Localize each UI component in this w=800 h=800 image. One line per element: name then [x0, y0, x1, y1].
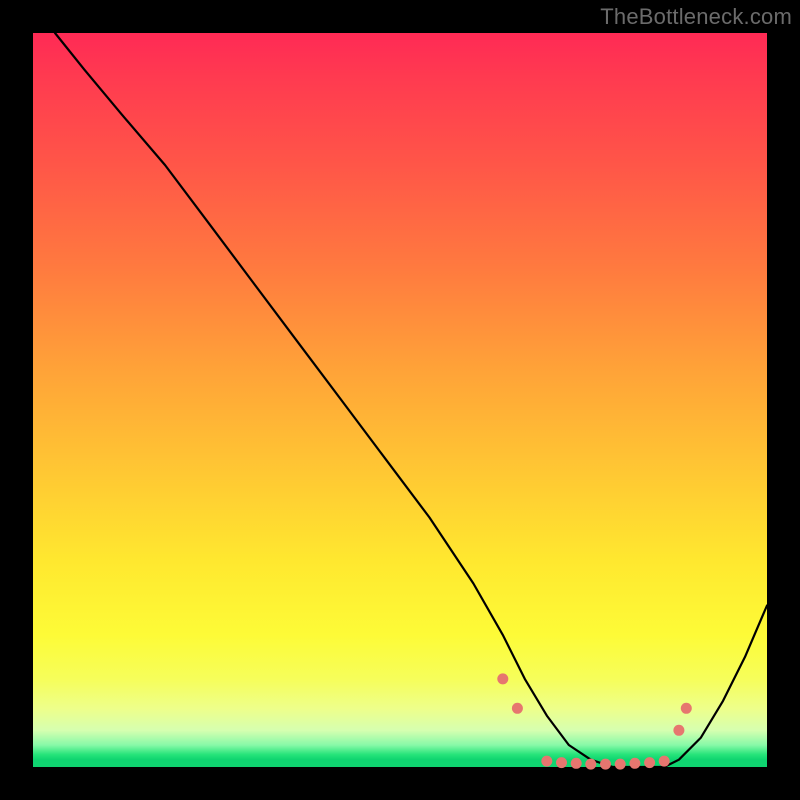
marker-dot: [585, 759, 596, 770]
marker-dot: [644, 757, 655, 768]
marker-dot: [556, 757, 567, 768]
curve-layer: [33, 33, 767, 767]
marker-group: [497, 673, 692, 769]
plot-area: [33, 33, 767, 767]
marker-dot: [541, 756, 552, 767]
chart-frame: TheBottleneck.com: [0, 0, 800, 800]
marker-dot: [659, 756, 670, 767]
marker-dot: [629, 758, 640, 769]
marker-dot: [571, 758, 582, 769]
marker-dot: [497, 673, 508, 684]
watermark-text: TheBottleneck.com: [600, 4, 792, 30]
marker-dot: [615, 759, 626, 770]
marker-dot: [512, 703, 523, 714]
bottleneck-curve: [55, 33, 767, 767]
marker-dot: [600, 759, 611, 770]
marker-dot: [681, 703, 692, 714]
marker-dot: [673, 725, 684, 736]
